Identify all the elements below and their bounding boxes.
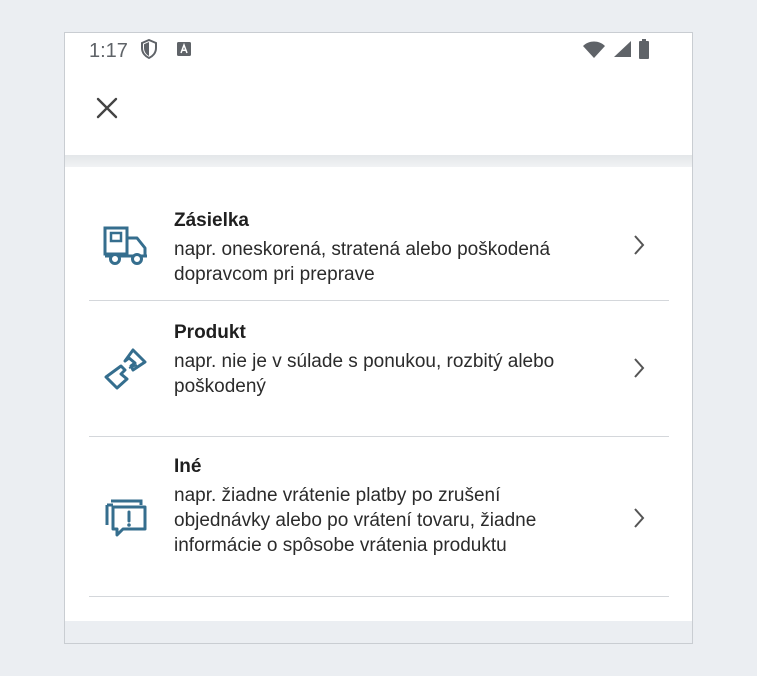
battery-icon: [638, 38, 650, 64]
phone-screen: 1:17 Zásielka napr. oneskorená, stratená…: [64, 32, 693, 644]
toolbar-shadow: [65, 155, 692, 167]
reason-item-product[interactable]: Produkt napr. nie je v súlade s ponukou,…: [89, 301, 669, 437]
app-notification-icon: [176, 41, 192, 62]
status-right: [582, 38, 650, 64]
bottom-band: [65, 621, 692, 643]
delivery-truck-icon: [103, 223, 149, 269]
reason-text: Iné napr. žiadne vrátenie platby po zruš…: [174, 455, 629, 558]
status-bar: 1:17: [65, 33, 692, 69]
divider: [89, 596, 669, 597]
reason-text: Produkt napr. nie je v súlade s ponukou,…: [174, 321, 629, 399]
broken-product-icon: [103, 346, 149, 392]
reason-description-line: napr. nie je v súlade s ponukou, rozbitý…: [174, 351, 555, 372]
reason-item-other[interactable]: Iné napr. žiadne vrátenie platby po zruš…: [89, 437, 669, 597]
reason-description-line: napr. žiadne vrátenie platby po zrušení: [174, 485, 501, 506]
status-left: 1:17: [89, 38, 192, 64]
chevron-right-icon: [627, 233, 651, 257]
reason-title: Iné: [174, 456, 202, 477]
reason-item-shipment[interactable]: Zásielka napr. oneskorená, stratená aleb…: [89, 167, 669, 301]
wifi-icon: [582, 40, 606, 63]
reason-description-line: informácie o spôsobe vrátenia produktu: [174, 535, 507, 556]
signal-icon: [612, 40, 632, 63]
shield-icon: [140, 38, 158, 64]
reason-title: Zásielka: [174, 210, 249, 231]
close-icon: [95, 96, 119, 125]
reason-title: Produkt: [174, 322, 246, 343]
reason-list: Zásielka napr. oneskorená, stratená aleb…: [65, 167, 692, 621]
close-button[interactable]: [91, 94, 123, 126]
reason-text: Zásielka napr. oneskorená, stratená aleb…: [174, 209, 629, 287]
reason-description-line: poškodený: [174, 376, 266, 397]
chevron-right-icon: [627, 506, 651, 530]
reason-description-line: dopravcom pri preprave: [174, 264, 375, 285]
reason-description-line: napr. oneskorená, stratená alebo poškode…: [174, 239, 551, 260]
chevron-right-icon: [627, 356, 651, 380]
reason-description-line: objednávky alebo po vrátení tovaru, žiad…: [174, 510, 537, 531]
message-alert-icon: [103, 494, 149, 540]
status-time: 1:17: [89, 39, 128, 62]
